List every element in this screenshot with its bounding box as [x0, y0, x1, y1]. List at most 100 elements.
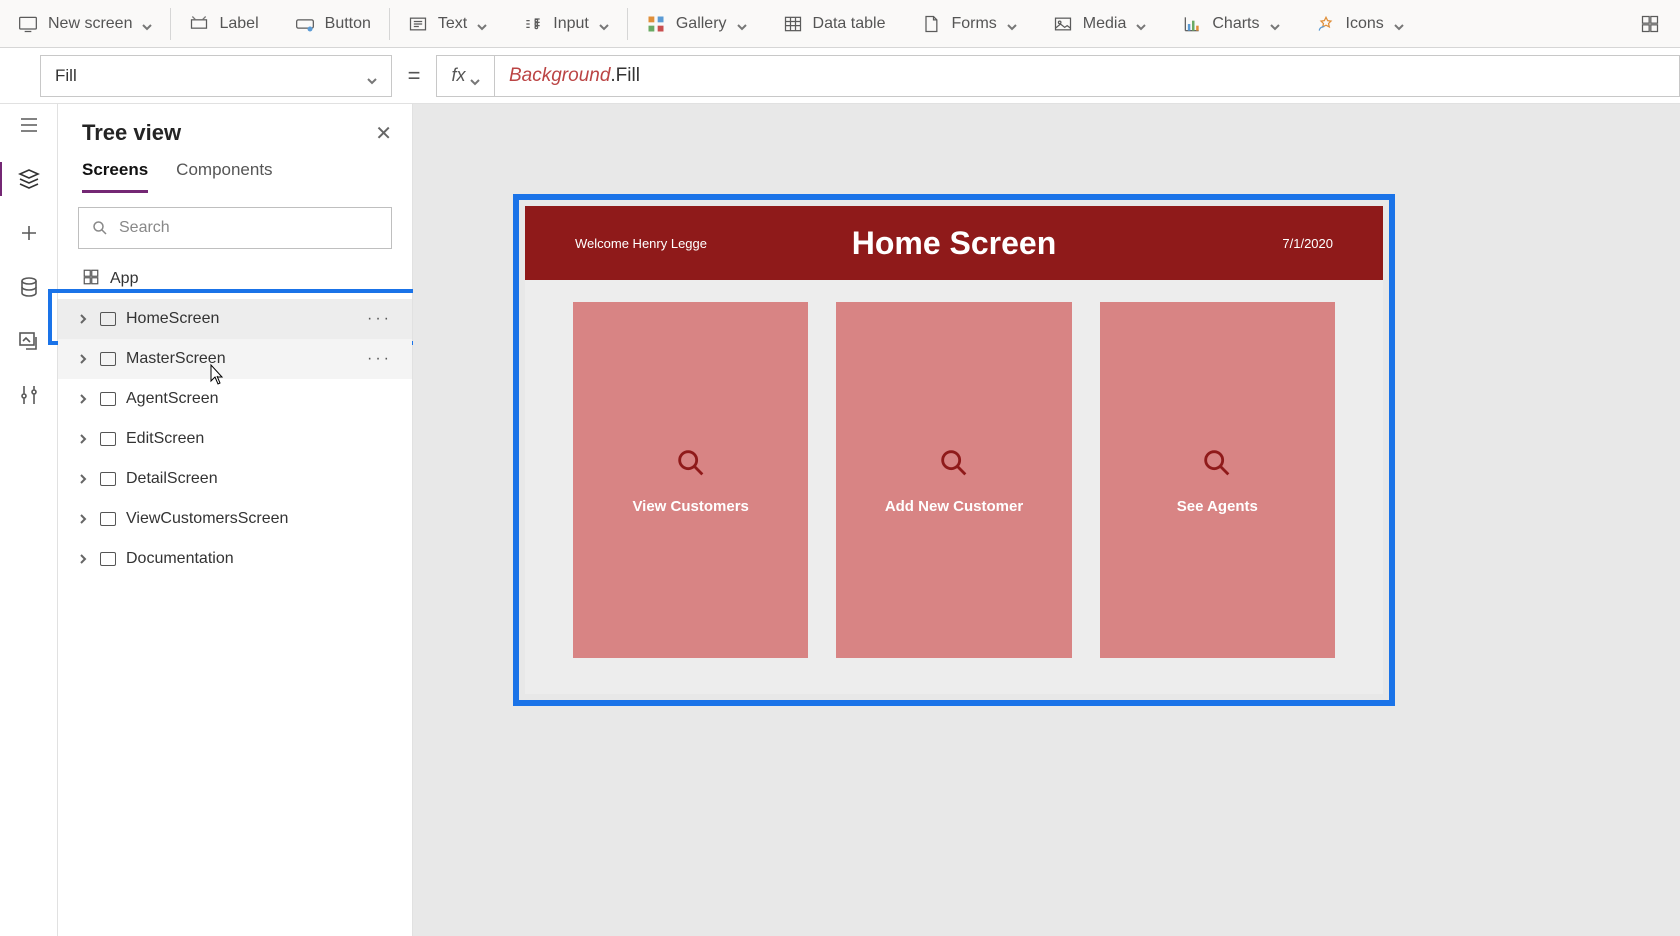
gallery-label: Gallery — [676, 15, 727, 33]
expand-icon[interactable] — [76, 314, 90, 324]
screen-homescreen[interactable]: Welcome Henry Legge Home Screen 7/1/2020… — [525, 206, 1383, 694]
tree-view-panel: Tree view ✕ Screens Components Search Ap… — [58, 104, 413, 936]
icons-label: Icons — [1346, 15, 1384, 33]
expand-icon[interactable] — [76, 394, 90, 404]
icons-icon — [1316, 14, 1336, 34]
media-icon — [1053, 14, 1073, 34]
expand-icon[interactable] — [76, 354, 90, 364]
tree-list: App HomeScreen ··· MasterScreen ··· Agen… — [58, 259, 412, 936]
chevron-down-icon — [1007, 19, 1017, 29]
fx-icon: fx — [451, 65, 465, 86]
tree-item-label: MasterScreen — [126, 350, 226, 368]
tree-search-input[interactable]: Search — [78, 207, 392, 249]
formula-object: Background — [509, 65, 610, 87]
chevron-down-icon — [142, 19, 152, 29]
tree-tabs: Screens Components — [58, 152, 412, 193]
expand-icon[interactable] — [76, 474, 90, 484]
insert-icon[interactable] — [16, 220, 42, 246]
charts-button[interactable]: Charts — [1164, 0, 1297, 47]
icons-button[interactable]: Icons — [1298, 0, 1422, 47]
new-screen-label: New screen — [48, 15, 132, 33]
property-selector[interactable]: Fill — [40, 55, 392, 97]
tree-item-label: Documentation — [126, 550, 234, 568]
tree-item-editscreen[interactable]: EditScreen — [58, 419, 412, 459]
more-options-button[interactable]: ··· — [367, 350, 392, 368]
chevron-down-icon — [1394, 19, 1404, 29]
tree-item-detailscreen[interactable]: DetailScreen — [58, 459, 412, 499]
tree-item-label: HomeScreen — [126, 310, 219, 328]
screen-icon — [100, 312, 116, 326]
charts-label: Charts — [1212, 15, 1259, 33]
property-name: Fill — [55, 66, 77, 86]
expand-icon[interactable] — [76, 554, 90, 564]
tree-item-agentscreen[interactable]: AgentScreen — [58, 379, 412, 419]
input-icon — [523, 14, 543, 34]
text-button[interactable]: Text — [390, 0, 505, 47]
tab-screens[interactable]: Screens — [82, 160, 148, 193]
data-table-button[interactable]: Data table — [765, 0, 904, 47]
tree-view-icon[interactable] — [16, 166, 42, 192]
expand-icon[interactable] — [76, 514, 90, 524]
screen-icon — [100, 512, 116, 526]
media-label: Media — [1083, 15, 1127, 33]
more-options-button[interactable]: ··· — [367, 310, 392, 328]
tree-item-homescreen[interactable]: HomeScreen ··· — [58, 299, 412, 339]
tile-view-customers[interactable]: View Customers — [573, 302, 808, 658]
expand-icon[interactable] — [76, 434, 90, 444]
tile-label: View Customers — [632, 498, 748, 515]
tile-label: Add New Customer — [885, 498, 1023, 515]
tree-item-masterscreen[interactable]: MasterScreen ··· — [58, 339, 412, 379]
layout-grid-button[interactable] — [1622, 0, 1680, 47]
screen-icon — [100, 392, 116, 406]
formula-bar: Fill = fx Background.Fill — [0, 48, 1680, 104]
gallery-icon — [646, 14, 666, 34]
tree-item-documentation[interactable]: Documentation — [58, 539, 412, 579]
formula-input[interactable]: Background.Fill — [494, 55, 1680, 97]
label-label: Label — [219, 15, 258, 33]
left-rail — [0, 104, 58, 936]
tile-label: See Agents — [1177, 498, 1258, 515]
chevron-down-icon — [477, 19, 487, 29]
welcome-text: Welcome Henry Legge — [575, 236, 707, 251]
chevron-down-icon — [470, 71, 480, 81]
canvas[interactable]: Welcome Henry Legge Home Screen 7/1/2020… — [413, 104, 1680, 936]
search-icon — [937, 446, 971, 480]
fx-button[interactable]: fx — [436, 55, 494, 97]
tree-item-label: DetailScreen — [126, 470, 218, 488]
charts-icon — [1182, 14, 1202, 34]
input-button[interactable]: Input — [505, 0, 627, 47]
tree-item-viewcustomersscreen[interactable]: ViewCustomersScreen — [58, 499, 412, 539]
chevron-down-icon — [367, 71, 377, 81]
tile-add-new-customer[interactable]: Add New Customer — [836, 302, 1071, 658]
chevron-down-icon — [1270, 19, 1280, 29]
data-icon[interactable] — [16, 274, 42, 300]
main-area: Tree view ✕ Screens Components Search Ap… — [0, 104, 1680, 936]
search-icon — [674, 446, 708, 480]
label-button[interactable]: Label — [171, 0, 276, 47]
new-screen-button[interactable]: New screen — [0, 0, 170, 47]
button-icon — [295, 14, 315, 34]
button-button[interactable]: Button — [277, 0, 389, 47]
data-table-icon — [783, 14, 803, 34]
tab-components[interactable]: Components — [176, 160, 272, 193]
chevron-down-icon — [1136, 19, 1146, 29]
hamburger-icon[interactable] — [16, 112, 42, 138]
input-label: Input — [553, 15, 589, 33]
screen-icon — [100, 552, 116, 566]
search-placeholder: Search — [119, 219, 170, 237]
equals-sign: = — [400, 63, 428, 89]
tools-icon[interactable] — [16, 382, 42, 408]
gallery-button[interactable]: Gallery — [628, 0, 765, 47]
media-panel-icon[interactable] — [16, 328, 42, 354]
tile-see-agents[interactable]: See Agents — [1100, 302, 1335, 658]
formula-property: .Fill — [610, 65, 640, 87]
date-text: 7/1/2020 — [1282, 236, 1333, 251]
text-icon — [408, 14, 428, 34]
data-table-label: Data table — [813, 15, 886, 33]
tree-item-app[interactable]: App — [58, 259, 412, 299]
close-panel-button[interactable]: ✕ — [375, 121, 392, 146]
media-button[interactable]: Media — [1035, 0, 1165, 47]
chevron-down-icon — [599, 19, 609, 29]
forms-button[interactable]: Forms — [903, 0, 1034, 47]
search-icon — [91, 219, 109, 237]
